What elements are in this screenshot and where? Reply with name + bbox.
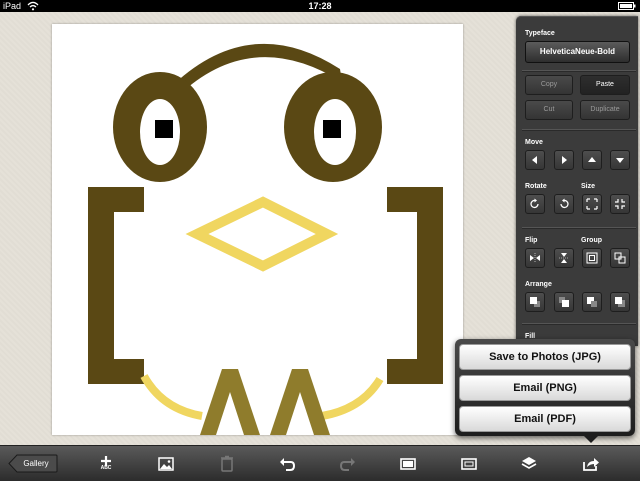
add-text-icon [101,456,111,466]
group-icon [586,252,598,264]
move-left-button[interactable] [525,150,545,170]
redo-icon [339,458,355,471]
gallery-back-button[interactable]: Gallery [8,454,58,473]
undo-icon [280,458,296,471]
right-wing-shape [321,376,384,420]
send-backward-button[interactable] [582,292,602,312]
divider [522,323,636,325]
beak-shape [185,196,339,272]
move-down-button[interactable] [610,150,630,170]
fit-to-screen-button[interactable] [459,454,479,474]
arrow-up-icon [588,157,596,162]
clock: 17:28 [308,1,332,11]
email-pdf-button[interactable]: Email (PDF) [459,406,631,432]
cut-button[interactable]: Cut [525,100,573,120]
fullscreen-icon [400,458,416,470]
bring-forward-icon [559,297,569,307]
flip-horizontal-icon [530,253,540,263]
left-pupil-shape [155,120,173,138]
rotate-clockwise-button[interactable] [525,194,545,214]
size-label: Size [581,183,596,190]
typographic-owl-artwork [88,43,443,435]
arrow-right-icon [562,156,567,164]
rotate-counterclockwise-button[interactable] [554,194,574,214]
move-label: Move [525,139,543,146]
size-decrease-button[interactable] [610,194,630,214]
popover-arrow [582,434,600,443]
ungroup-button[interactable] [610,248,630,268]
copy-button[interactable]: Copy [525,75,573,95]
arrow-down-icon [616,158,624,163]
bring-forward-button[interactable] [554,292,574,312]
layers-button[interactable] [519,454,539,474]
group-label: Group [581,237,602,244]
fullscreen-button[interactable] [398,454,418,474]
right-pupil-shape [323,120,341,138]
divider [522,70,636,72]
share-icon [583,458,599,471]
send-to-back-button[interactable] [610,292,630,312]
redo-button[interactable] [338,454,358,474]
battery-icon [618,2,636,10]
inspector-panel: Typeface HelveticaNeue-Bold Copy Paste C… [516,16,638,346]
delete-button[interactable] [217,454,237,474]
insert-image-button[interactable] [156,454,176,474]
duplicate-button[interactable]: Duplicate [580,100,630,120]
add-text-button[interactable] [96,454,116,474]
undo-button[interactable] [277,454,297,474]
flip-label: Flip [525,237,538,244]
bring-to-front-button[interactable] [525,292,545,312]
bottom-toolbar: Gallery [0,445,640,481]
send-to-back-icon [615,297,625,307]
left-bracket-shape [88,187,144,384]
status-bar: iPad 17:28 [0,0,640,12]
paste-button[interactable]: Paste [580,75,630,95]
rotate-cw-icon [530,198,539,209]
right-bracket-shape [387,187,443,384]
left-foot-shape [200,369,260,435]
image-icon [158,457,174,471]
divider [522,227,636,229]
send-backward-icon [587,297,597,307]
share-button[interactable] [581,454,601,474]
arrow-left-icon [532,156,537,164]
shrink-icon [615,199,625,209]
right-foot-shape [270,369,330,435]
ungroup-icon [614,252,626,264]
flip-vertical-button[interactable] [554,248,574,268]
layers-icon [521,457,537,469]
gallery-label: Gallery [23,459,49,468]
flip-vertical-icon [559,253,569,263]
bring-to-front-icon [530,297,540,307]
move-up-button[interactable] [582,150,602,170]
move-right-button[interactable] [554,150,574,170]
email-png-button[interactable]: Email (PNG) [459,375,631,401]
typeface-label: Typeface [525,30,555,37]
drawing-canvas[interactable] [52,24,463,435]
trash-icon [221,455,233,472]
arrange-label: Arrange [525,281,552,288]
rotate-ccw-icon [560,198,569,209]
size-increase-button[interactable] [582,194,602,214]
expand-icon [586,198,598,210]
group-button[interactable] [582,248,602,268]
save-to-photos-jpg-button[interactable]: Save to Photos (JPG) [459,344,631,370]
share-popover: Save to Photos (JPG) Email (PNG) Email (… [455,339,635,436]
fit-icon [461,458,477,470]
add-text-sublabel: ABC [100,465,112,471]
rotate-label: Rotate [525,183,547,190]
left-wing-shape [140,373,203,420]
divider [522,129,636,131]
typeface-selector[interactable]: HelveticaNeue-Bold [525,41,630,63]
flip-horizontal-button[interactable] [525,248,545,268]
